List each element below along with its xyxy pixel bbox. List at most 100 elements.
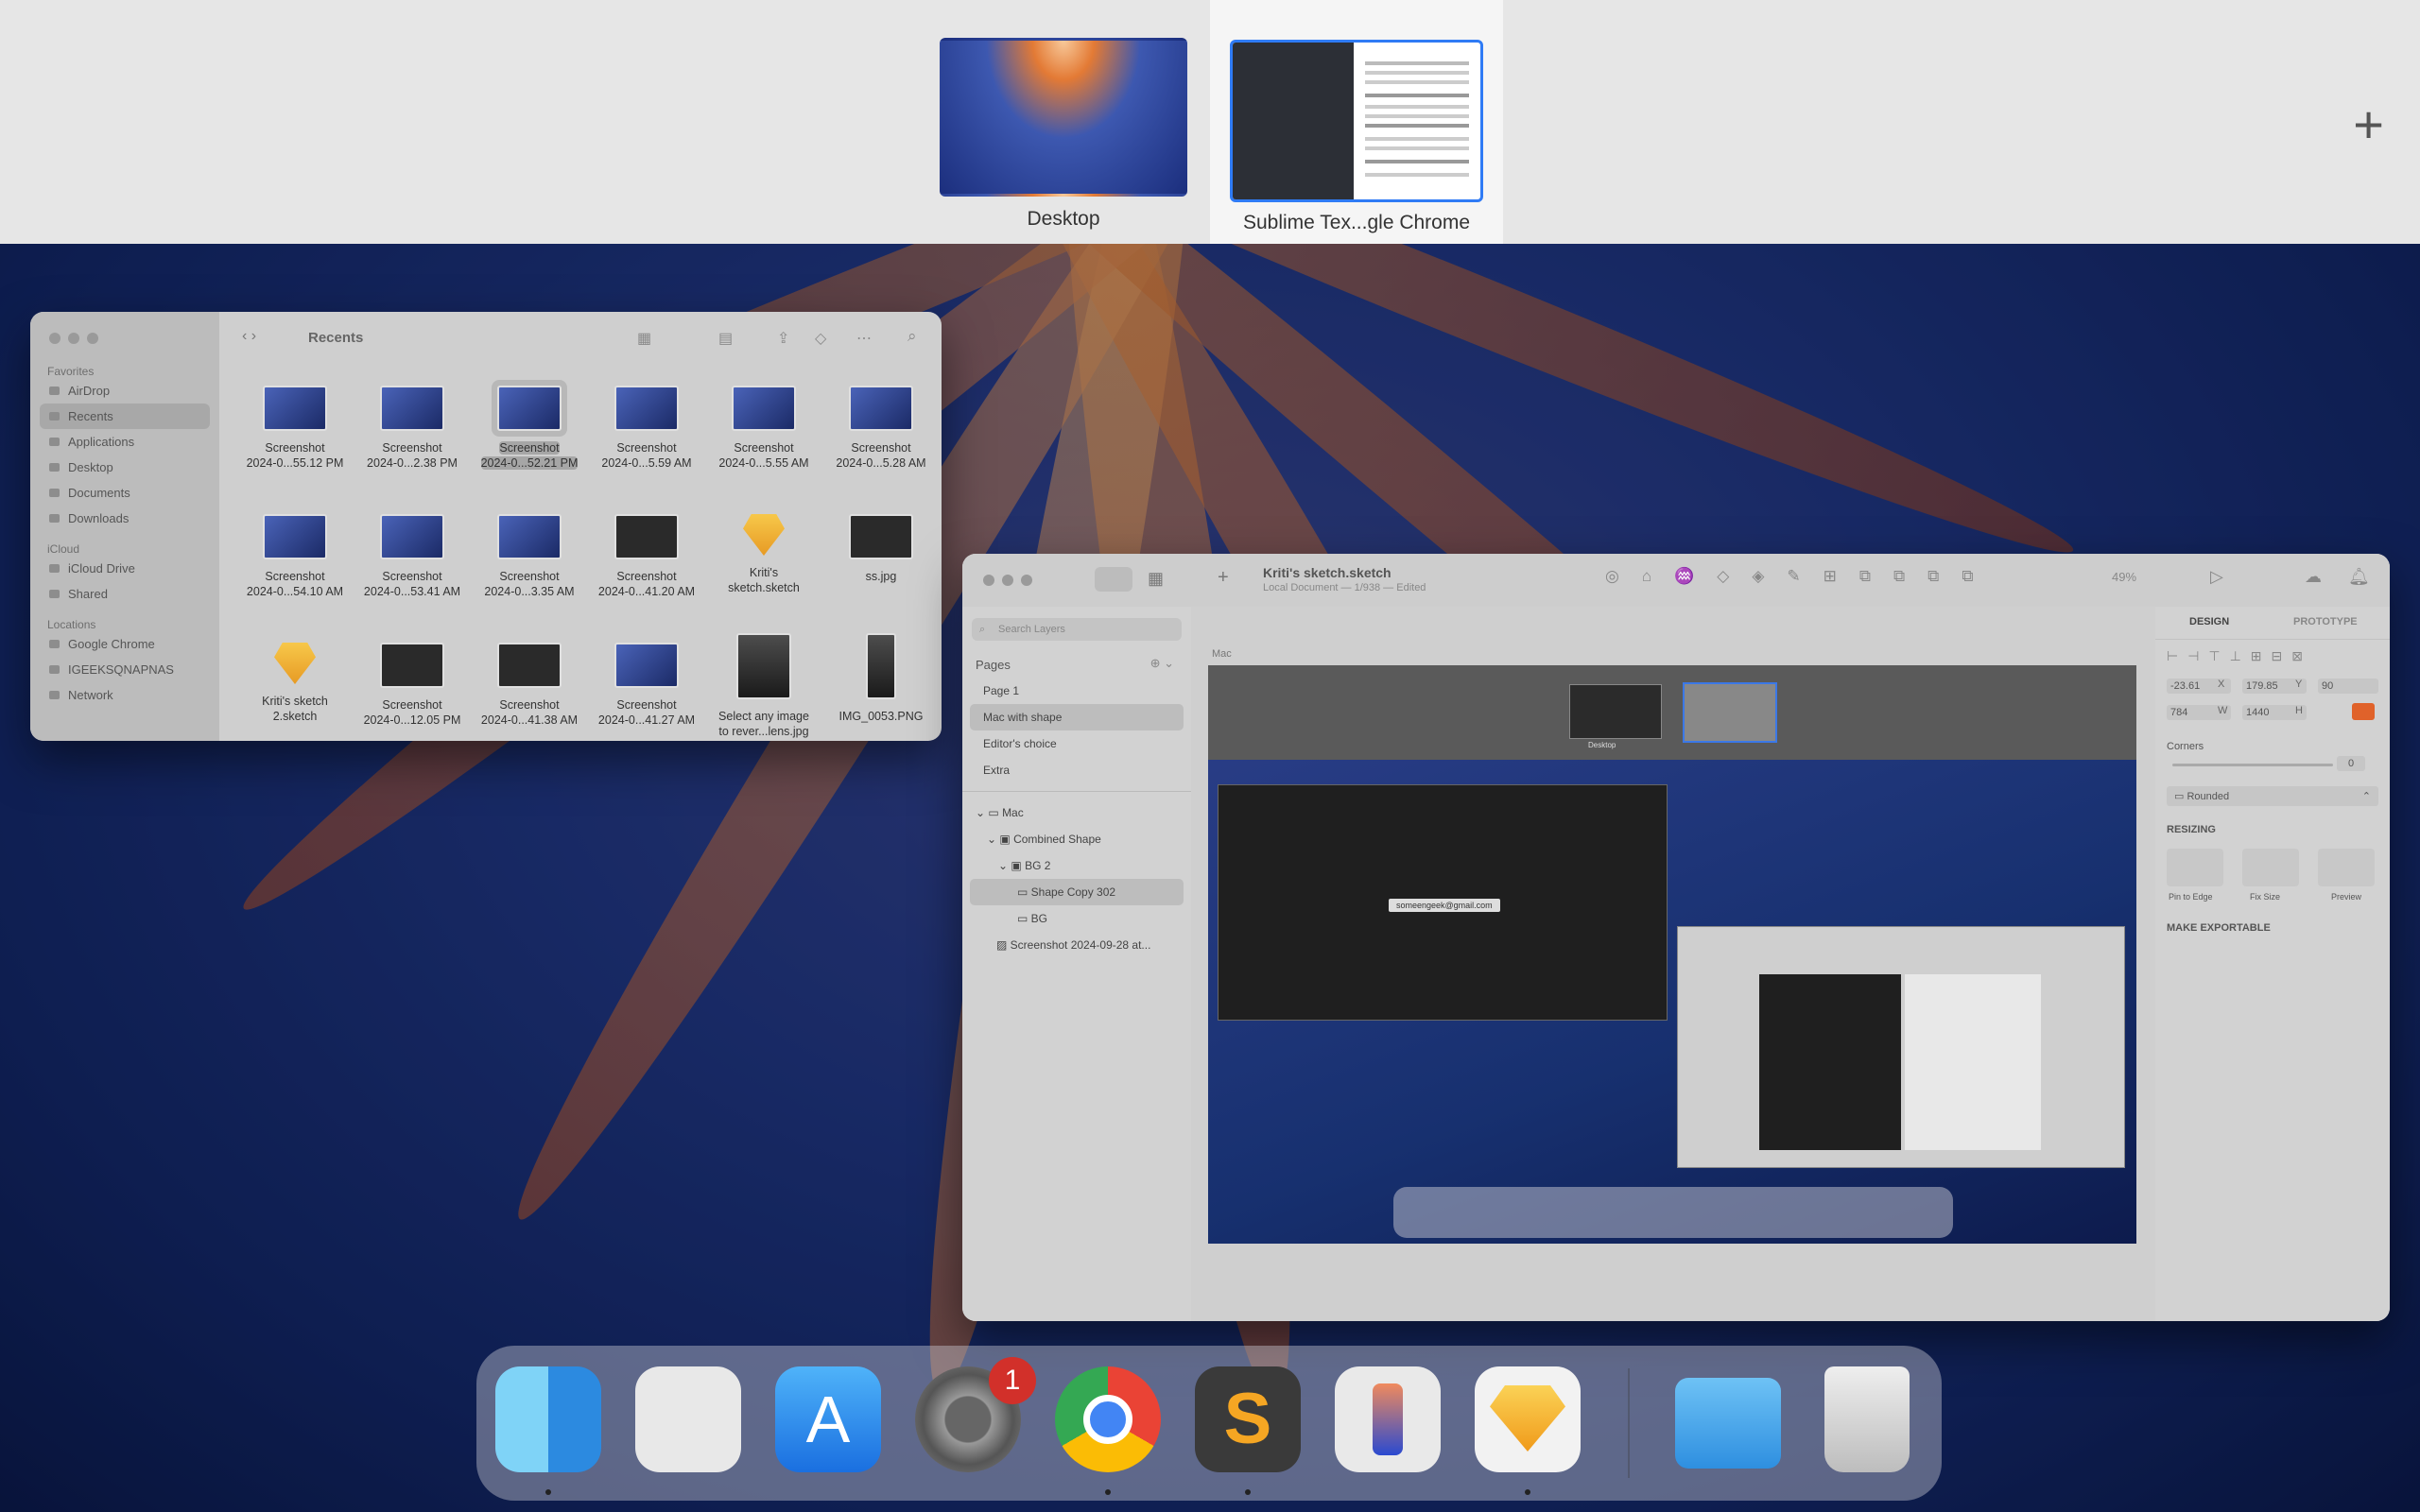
email-chip: someengeek@gmail.com xyxy=(1389,899,1500,912)
resizing-preview xyxy=(2318,849,2375,886)
window-controls[interactable] xyxy=(49,333,60,344)
sublime-chrome-space-thumbnail xyxy=(1230,40,1483,202)
sublime-text-icon[interactable]: S xyxy=(1195,1366,1301,1495)
sketch-canvas[interactable]: Mac Desktop someengeek@gmail.com xyxy=(1191,607,2155,1321)
dock: A 1 S xyxy=(476,1346,1942,1501)
inspector-panel: DESIGN PROTOTYPE ⊢⊣⊤⊥⊞⊟⊠ -23.61 X 179.85… xyxy=(2155,607,2390,1321)
grid-view-icon[interactable]: ▦ xyxy=(1148,569,1164,589)
mac-artboard[interactable]: Desktop someengeek@gmail.com xyxy=(1208,665,2136,1244)
file-item[interactable]: Screenshot 2024-0...41.27 AM xyxy=(592,643,701,728)
file-item[interactable]: Screenshot 2024-0...55.12 PM xyxy=(240,386,350,471)
corners-value[interactable]: 0 xyxy=(2337,756,2366,771)
document-subtitle: Local Document — 1/938 — Edited xyxy=(1263,582,1426,593)
sidebar-item-shared[interactable]: Shared xyxy=(30,581,219,607)
file-item-selected[interactable]: Screenshot 2024-0...52.21 PM xyxy=(475,386,584,471)
play-icon[interactable]: ▷ xyxy=(2210,567,2223,587)
sidebar-item-network[interactable]: Network xyxy=(30,682,219,708)
iphone-mirroring-icon[interactable] xyxy=(1335,1366,1441,1472)
file-item[interactable]: Screenshot 2024-0...53.41 AM xyxy=(357,514,467,599)
tab-prototype[interactable]: PROTOTYPE xyxy=(2293,616,2358,627)
sidebar-item-airdrop[interactable]: AirDrop xyxy=(30,378,219,404)
more-icon[interactable]: ⋯ xyxy=(856,329,872,348)
file-item[interactable]: Screenshot 2024-0...3.35 AM xyxy=(475,514,584,599)
search-icon[interactable]: ⌕ xyxy=(908,327,917,346)
folder-icon[interactable] xyxy=(1675,1378,1781,1469)
file-item[interactable]: Kriti's sketch 2.sketch xyxy=(240,643,350,724)
file-item[interactable]: Kriti's sketch.sketch xyxy=(709,514,819,595)
file-item[interactable]: Screenshot 2024-0...54.10 AM xyxy=(240,514,350,599)
notification-bell-icon[interactable]: 🔔︎ xyxy=(2348,567,2370,587)
desktop-space-thumbnail xyxy=(940,38,1187,197)
window-controls[interactable] xyxy=(983,575,994,586)
sidebar-item-downloads[interactable]: Downloads xyxy=(30,506,219,531)
page-item[interactable]: Editor's choice xyxy=(962,730,1191,757)
add-page-icon[interactable]: ⊕ ⌄ xyxy=(1150,656,1174,671)
sketch-window[interactable]: ▦ + Kriti's sketch.sketch Local Document… xyxy=(962,554,2390,1321)
make-exportable-title[interactable]: MAKE EXPORTABLE xyxy=(2167,922,2271,934)
file-item[interactable]: IMG_0053.PNG xyxy=(826,633,936,724)
sidebar-item-recents[interactable]: Recents xyxy=(40,404,210,429)
sidebar-item-google-chrome[interactable]: Google Chrome xyxy=(30,631,219,657)
launchpad-icon[interactable] xyxy=(635,1366,741,1472)
view-icons-icon[interactable]: ▦ xyxy=(637,329,651,348)
group-icon[interactable]: ▤ xyxy=(718,329,733,348)
page-item-selected[interactable]: Mac with shape xyxy=(970,704,1184,730)
zoom-level[interactable]: 49% xyxy=(2112,570,2136,584)
finder-icon[interactable] xyxy=(495,1366,601,1495)
page-item[interactable]: Extra xyxy=(962,757,1191,783)
share-icon[interactable]: ⇪ xyxy=(777,329,789,348)
flip-button[interactable] xyxy=(2352,703,2375,720)
finder-window[interactable]: Favorites AirDrop Recents Applications D… xyxy=(30,312,942,741)
finder-nav-arrows[interactable]: ‹ › xyxy=(242,328,256,345)
file-item[interactable]: ss.jpg xyxy=(826,514,936,584)
document-title: Kriti's sketch.sketch xyxy=(1263,565,1392,580)
tag-icon[interactable]: ◇ xyxy=(815,329,826,348)
sketch-file-icon xyxy=(743,514,785,556)
file-item[interactable]: Screenshot 2024-0...5.55 AM xyxy=(709,386,819,471)
pin-to-edge-control[interactable] xyxy=(2167,849,2223,886)
space-label: Sublime Tex...gle Chrome xyxy=(1242,212,1471,233)
layer-group[interactable]: ⌄ ▣ BG 2 xyxy=(962,852,1191,879)
file-item[interactable]: Screenshot 2024-0...41.38 AM xyxy=(475,643,584,728)
chrome-icon[interactable] xyxy=(1055,1366,1161,1495)
trash-icon[interactable] xyxy=(1824,1366,1910,1472)
align-icons[interactable]: ⊢⊣⊤⊥⊞⊟⊠ xyxy=(2167,648,2312,664)
corners-slider[interactable] xyxy=(2172,764,2333,766)
artboard-spaces-bar: Desktop xyxy=(1208,665,2136,760)
layer-artboard[interactable]: ⌄ ▭ Mac xyxy=(962,799,1191,826)
toolbar-tool-icons[interactable]: ◎⌂♒◇◈✎⊞⧉⧉⧉⧉ xyxy=(1605,567,1996,586)
layer-shape-selected[interactable]: ▭ Shape Copy 302 xyxy=(970,879,1184,905)
file-item[interactable]: Screenshot 2024-0...5.59 AM xyxy=(592,386,701,471)
space-sublime-chrome[interactable]: Sublime Tex...gle Chrome xyxy=(1210,0,1503,244)
rotation-field[interactable]: 90 xyxy=(2318,679,2378,694)
layer-group[interactable]: ⌄ ▣ Combined Shape xyxy=(962,826,1191,852)
page-item[interactable]: Page 1 xyxy=(962,678,1191,704)
sketch-file-icon xyxy=(274,643,316,684)
file-item[interactable]: Select any image to rever...lens.jpg xyxy=(709,633,819,739)
h-field-label: H xyxy=(2295,705,2303,716)
corner-style-select[interactable]: ▭ Rounded ⌃ xyxy=(2167,786,2378,806)
add-space-button[interactable]: + xyxy=(2353,98,2384,151)
file-item[interactable]: Screenshot 2024-0...41.20 AM xyxy=(592,514,701,599)
sidebar-item-desktop[interactable]: Desktop xyxy=(30,455,219,480)
layer-image[interactable]: ▨ Screenshot 2024-09-28 at... xyxy=(962,932,1191,958)
file-item[interactable]: Screenshot 2024-0...5.28 AM xyxy=(826,386,936,471)
sidebar-item-icloud-drive[interactable]: iCloud Drive xyxy=(30,556,219,581)
sidebar-item-documents[interactable]: Documents xyxy=(30,480,219,506)
layer-search-input[interactable]: ⌕ Search Layers xyxy=(972,618,1182,641)
file-item[interactable]: Screenshot 2024-0...2.38 PM xyxy=(357,386,467,471)
sidebar-item-applications[interactable]: Applications xyxy=(30,429,219,455)
file-item[interactable]: Screenshot 2024-0...12.05 PM xyxy=(357,643,467,728)
sketch-icon[interactable] xyxy=(1475,1366,1581,1495)
sidebar-item-nas[interactable]: IGEEKSQNAPNAS xyxy=(30,657,219,682)
insert-icon[interactable]: + xyxy=(1218,567,1229,589)
artboard-label: Mac xyxy=(1212,648,1232,660)
fix-size-control[interactable] xyxy=(2242,849,2299,886)
app-store-icon[interactable]: A xyxy=(775,1366,881,1472)
space-desktop[interactable]: Desktop xyxy=(940,38,1187,231)
tab-design[interactable]: DESIGN xyxy=(2189,616,2229,627)
layer-shape[interactable]: ▭ BG xyxy=(962,905,1191,932)
sidebar-toggle-icon[interactable] xyxy=(1095,567,1132,592)
mini-desktop-thumb xyxy=(1569,684,1662,739)
cloud-icon[interactable]: ☁ xyxy=(2305,567,2322,587)
